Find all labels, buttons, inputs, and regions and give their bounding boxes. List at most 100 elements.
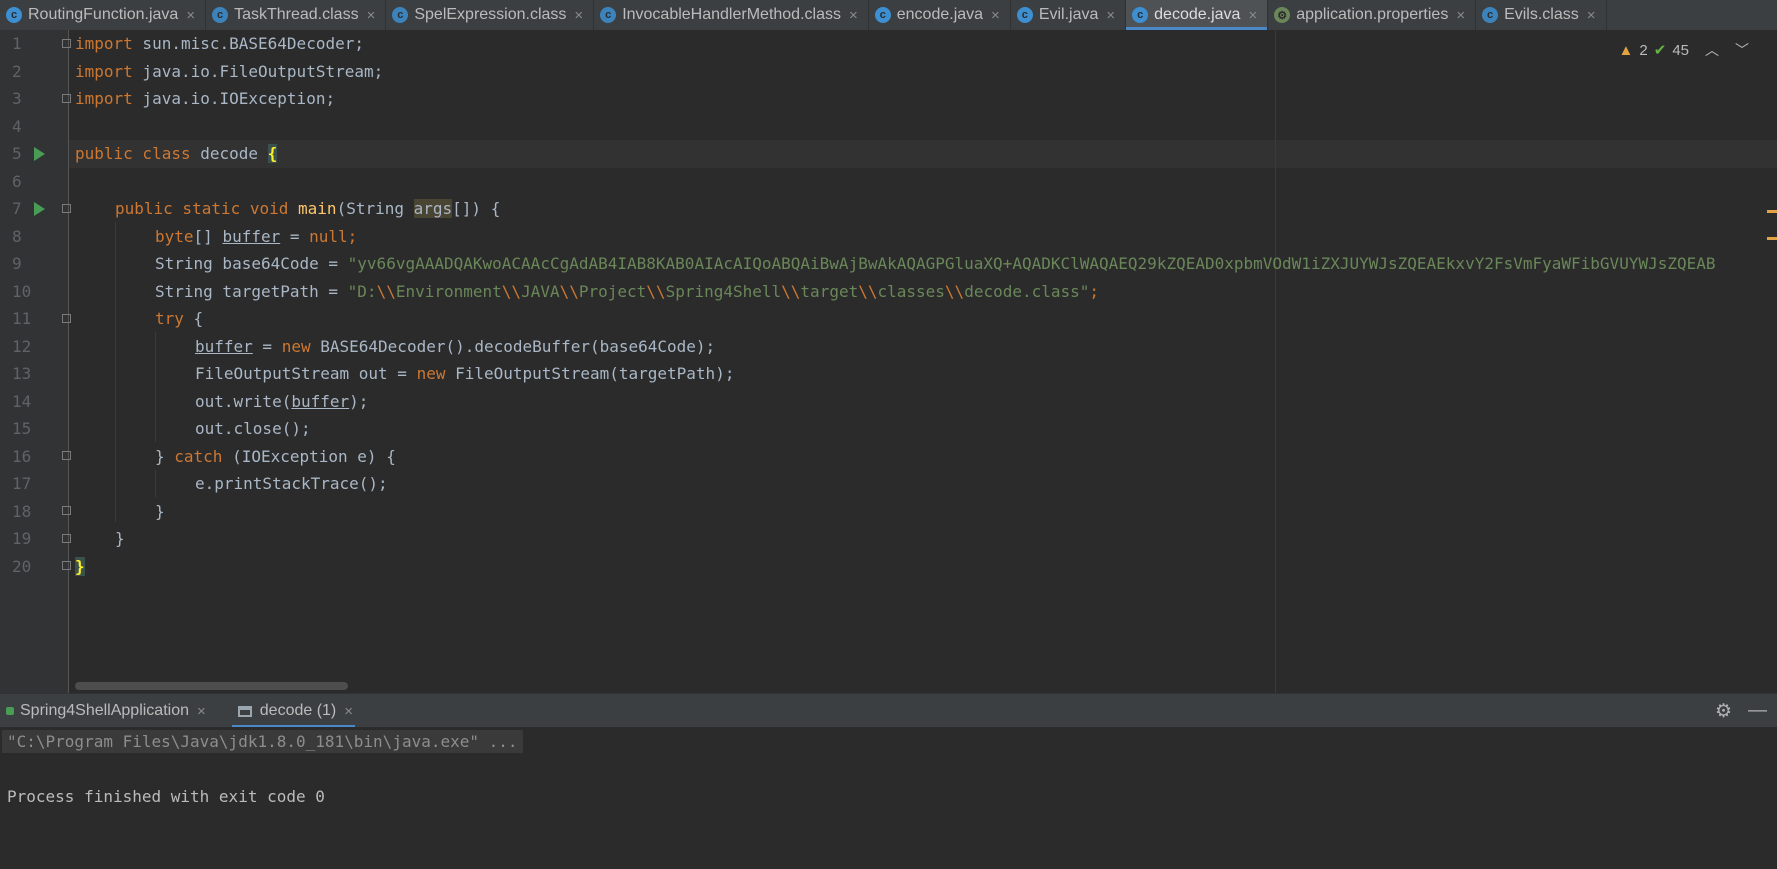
- code-line-18: }: [155, 501, 165, 521]
- line-number: 5: [12, 144, 22, 163]
- chevron-down-icon[interactable]: ﹀: [1735, 40, 1749, 60]
- code-line-5: public class decode {: [75, 144, 278, 163]
- run-tab-label: decode (1): [259, 702, 337, 719]
- current-line-highlight: [68, 140, 1777, 168]
- fold-icon[interactable]: [62, 451, 71, 460]
- right-margin-guide: [1275, 30, 1276, 693]
- close-icon[interactable]: ×: [574, 7, 583, 24]
- matched-brace: {: [267, 144, 278, 163]
- tab-label: RoutingFunction.java: [28, 6, 179, 23]
- fold-icon[interactable]: [62, 204, 71, 213]
- code-editor[interactable]: 1 2 3 4 5 6 7 8 9 10 11 12 13 14 15 16 1…: [0, 30, 1777, 693]
- compiled-class-icon: c: [1482, 7, 1499, 23]
- tab-routingfunction[interactable]: c RoutingFunction.java ×: [0, 0, 207, 30]
- indent-guide: [155, 332, 156, 442]
- tab-decode[interactable]: c decode.java ×: [1126, 0, 1269, 30]
- fold-icon[interactable]: [62, 94, 71, 103]
- code-line-11: try {: [155, 309, 204, 328]
- run-tab-spring4shell[interactable]: Spring4ShellApplication ×: [0, 694, 218, 728]
- run-tab-label: Spring4ShellApplication: [20, 702, 189, 719]
- run-main-icon[interactable]: [34, 202, 45, 216]
- line-number: 12: [12, 336, 32, 356]
- line-number: 10: [12, 281, 32, 301]
- fold-icon[interactable]: [62, 506, 71, 515]
- close-icon[interactable]: ×: [1456, 7, 1465, 24]
- line-number: 13: [12, 364, 32, 383]
- tab-application-properties[interactable]: ⚙ application.properties ×: [1268, 0, 1477, 30]
- typo-count: 45: [1672, 41, 1689, 59]
- fold-icon[interactable]: [62, 534, 71, 543]
- gear-icon[interactable]: ⚙: [1715, 700, 1732, 723]
- fold-icon[interactable]: [62, 39, 71, 48]
- code-line-8: byte[] buffer = null;: [155, 226, 358, 246]
- code-line-1: import sun.misc.BASE64Decoder;: [75, 34, 364, 53]
- minimize-icon[interactable]: —: [1748, 700, 1767, 722]
- line-number: 11: [12, 309, 32, 328]
- compiled-class-icon: c: [392, 7, 409, 23]
- tab-label: InvocableHandlerMethod.class: [622, 6, 841, 23]
- compiled-class-icon: c: [600, 7, 617, 23]
- java-class-icon: c: [1132, 7, 1149, 23]
- chevron-up-icon[interactable]: ︿: [1705, 40, 1719, 60]
- tab-label: Evil.java: [1038, 6, 1099, 23]
- code-line-16: } catch (IOException e) {: [155, 446, 396, 466]
- run-console[interactable]: "C:\Program Files\Java\jdk1.8.0_181\bin\…: [0, 727, 1777, 869]
- tab-encode[interactable]: c encode.java ×: [869, 0, 1011, 30]
- tab-label: TaskThread.class: [234, 6, 359, 23]
- spring-run-icon: [6, 707, 14, 715]
- matched-brace: }: [75, 556, 85, 576]
- line-number: 4: [12, 116, 22, 136]
- tab-label: application.properties: [1296, 6, 1449, 23]
- console-icon: [237, 705, 252, 717]
- tab-label: decode.java: [1154, 6, 1241, 23]
- line-number: 9: [12, 254, 22, 273]
- close-icon[interactable]: ×: [186, 7, 195, 24]
- warning-count: 2: [1639, 41, 1648, 59]
- line-number: 15: [12, 419, 32, 438]
- inspection-widget[interactable]: ▲ 2 ✔ 45 ︿ ﹀: [1619, 40, 1749, 60]
- console-command[interactable]: "C:\Program Files\Java\jdk1.8.0_181\bin\…: [2, 730, 523, 753]
- properties-file-icon: ⚙: [1274, 7, 1291, 23]
- code-line-14: out.write(buffer);: [195, 391, 369, 411]
- tab-evils[interactable]: c Evils.class ×: [1476, 0, 1607, 30]
- warning-marker[interactable]: [1767, 237, 1777, 240]
- java-class-icon: c: [874, 7, 891, 23]
- line-number: 20: [12, 556, 32, 576]
- code-line-19: }: [115, 529, 125, 548]
- line-number: 18: [12, 501, 32, 521]
- line-number: 7: [12, 199, 22, 218]
- fold-icon[interactable]: [62, 561, 71, 570]
- line-number: 2: [12, 61, 22, 81]
- editor-tab-bar: c RoutingFunction.java × c TaskThread.cl…: [0, 0, 1777, 30]
- compiled-class-icon: c: [212, 7, 229, 23]
- run-class-icon[interactable]: [34, 147, 45, 161]
- close-icon[interactable]: ×: [367, 7, 376, 24]
- close-icon[interactable]: ×: [1587, 7, 1596, 24]
- tab-spelexpression[interactable]: c SpelExpression.class ×: [386, 0, 595, 30]
- close-icon[interactable]: ×: [1106, 7, 1115, 24]
- run-tool-window-header: Spring4ShellApplication × decode (1) × ⚙…: [0, 693, 1777, 728]
- run-tab-decode[interactable]: decode (1) ×: [218, 694, 365, 728]
- close-icon[interactable]: ×: [849, 7, 858, 24]
- close-icon[interactable]: ×: [197, 703, 206, 720]
- indent-guide: [115, 222, 116, 522]
- close-icon[interactable]: ×: [344, 703, 353, 720]
- tab-evil[interactable]: c Evil.java ×: [1011, 0, 1127, 30]
- indent-guide: [155, 470, 156, 497]
- warning-marker[interactable]: [1767, 210, 1777, 213]
- console-exit-message: Process finished with exit code 0: [7, 787, 325, 806]
- run-toolbar: ⚙ —: [1715, 694, 1767, 728]
- line-number: 16: [12, 446, 32, 466]
- code-line-9: String base64Code = "yv66vgAAADQAKwoACAA…: [155, 254, 1716, 273]
- horizontal-scrollbar[interactable]: [75, 682, 348, 690]
- close-icon[interactable]: ×: [1248, 7, 1257, 24]
- java-class-icon: c: [1016, 7, 1033, 23]
- code-line-7: public static void main(String args[]) {: [115, 199, 501, 218]
- code-line-2: import java.io.FileOutputStream;: [75, 61, 384, 81]
- tab-invocablehandlermethod[interactable]: c InvocableHandlerMethod.class ×: [594, 0, 869, 30]
- tab-taskthread[interactable]: c TaskThread.class ×: [206, 0, 387, 30]
- close-icon[interactable]: ×: [991, 7, 1000, 24]
- line-number: 8: [12, 226, 22, 246]
- tab-label: Evils.class: [1504, 6, 1579, 23]
- fold-icon[interactable]: [62, 314, 71, 323]
